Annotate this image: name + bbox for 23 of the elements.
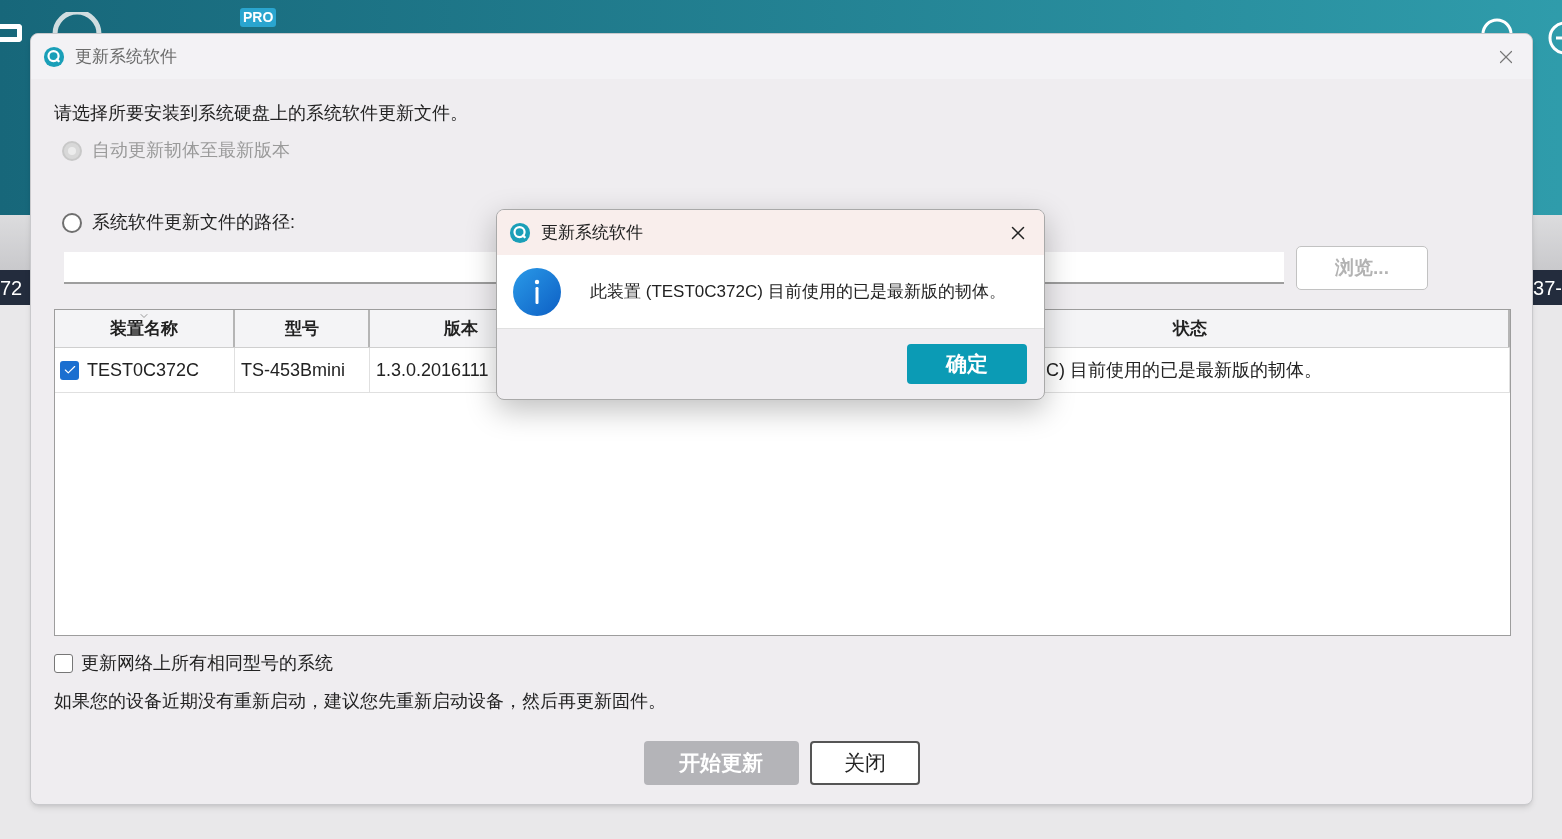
window-title: 更新系统软件 xyxy=(75,45,178,68)
radio-label: 系统软件更新文件的路径: xyxy=(92,211,295,234)
check-icon xyxy=(62,363,77,377)
close-dialog-button[interactable]: 关闭 xyxy=(809,741,920,785)
app-badge: PRO xyxy=(240,8,277,27)
column-header[interactable]: 型号 xyxy=(235,310,370,347)
info-icon xyxy=(513,267,561,316)
table-cell-text: 1.3.0.2016111 xyxy=(376,358,489,382)
info-message: 此装置 (TEST0C372C) 目前使用的已是最新版的韧体。 xyxy=(590,280,1006,303)
device-text: 37- xyxy=(1533,275,1562,301)
radio-button[interactable] xyxy=(62,212,82,233)
table-cell-text: C) 目前使用的已是最新版的韧体。 xyxy=(1046,358,1322,382)
device-text: 72 xyxy=(0,275,23,301)
window-title: 更新系统软件 xyxy=(541,221,644,244)
table-cell-text: TS-453Bmini xyxy=(241,358,346,382)
column-header[interactable]: 装置名称 xyxy=(55,310,235,347)
instruction-text: 请选择所要安装到系统硬盘上的系统软件更新文件。 xyxy=(54,102,469,125)
table-cell-text: TEST0C372C xyxy=(87,358,200,382)
restart-note: 如果您的设备近期没有重新启动，建议您先重新启动设备，然后再更新固件。 xyxy=(54,690,667,713)
row-checkbox[interactable] xyxy=(60,360,79,380)
checkbox-label: 更新网络上所有相同型号的系统 xyxy=(81,652,333,675)
checkbox[interactable] xyxy=(54,654,73,673)
radio-label: 自动更新韧体至最新版本 xyxy=(92,139,290,162)
